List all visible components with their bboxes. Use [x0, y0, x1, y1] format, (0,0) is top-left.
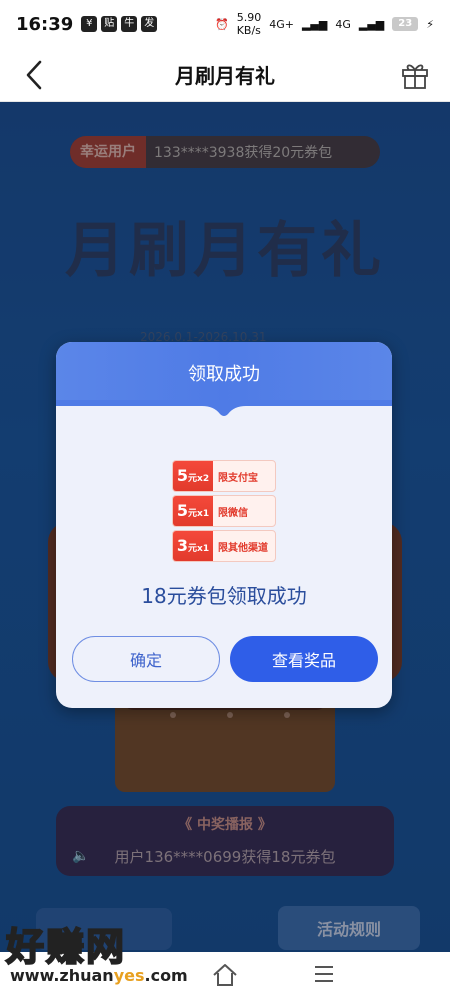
confirm-button[interactable]: 确定 [72, 636, 220, 682]
success-dialog: 领取成功 5 元x2 限支付宝 5 元x1 限微信 3 元x1 限其他渠道 18元券包… [56, 342, 392, 708]
success-message: 18元券包领取成功 [141, 584, 307, 608]
dialog-header-notch [56, 400, 392, 416]
signal-bars-icon: ▂▄▆ [358, 17, 385, 31]
status-app-icons: ¥ 贴 牛 发 [81, 16, 158, 32]
app-notification-icon: ¥ [81, 16, 98, 32]
coupon-list: 5 元x2 限支付宝 5 元x1 限微信 3 元x1 限其他渠道 [172, 460, 276, 565]
back-icon[interactable] [20, 58, 50, 92]
watermark-cn: 好赚网 [5, 924, 127, 970]
signal-bars-icon: ▂▄▆ [301, 17, 328, 31]
coupon-item: 5 元x1 限微信 [172, 495, 276, 527]
coupon-item: 3 元x1 限其他渠道 [172, 530, 276, 562]
page-title: 月刷月有礼 [175, 64, 275, 88]
status-bar: 16:39 ¥ 贴 牛 发 ⏰ 5.90 KB/s 4G+ ▂▄▆ 4G ▂▄▆ … [0, 0, 450, 48]
status-right: ⏰ 5.90 KB/s 4G+ ▂▄▆ 4G ▂▄▆ 23 ⚡ [215, 11, 434, 37]
net-speed: 5.90 KB/s [236, 11, 262, 37]
site-watermark: 好赚网 www.zhuanyes.com [5, 916, 196, 996]
view-prizes-button[interactable]: 查看奖品 [230, 636, 378, 682]
signal-4g: 4G [335, 17, 351, 31]
status-time: 16:39 [16, 13, 74, 35]
home-icon[interactable] [210, 960, 240, 990]
menu-icon[interactable] [312, 962, 336, 986]
watermark-url: www.zhuanyes.com [10, 966, 188, 985]
signal-4gplus: 4G+ [269, 17, 294, 31]
dialog-title: 领取成功 [188, 364, 260, 385]
app-notification-icon: 牛 [121, 16, 138, 32]
gift-icon[interactable] [400, 60, 430, 90]
alarm-icon: ⏰ [215, 17, 229, 31]
charging-icon: ⚡ [426, 17, 434, 31]
battery-icon: 23 [392, 17, 419, 31]
coupon-item: 5 元x2 限支付宝 [172, 460, 276, 492]
nav-bar: 月刷月有礼 [0, 48, 450, 102]
app-notification-icon: 贴 [101, 16, 118, 32]
app-notification-icon: 发 [141, 16, 158, 32]
